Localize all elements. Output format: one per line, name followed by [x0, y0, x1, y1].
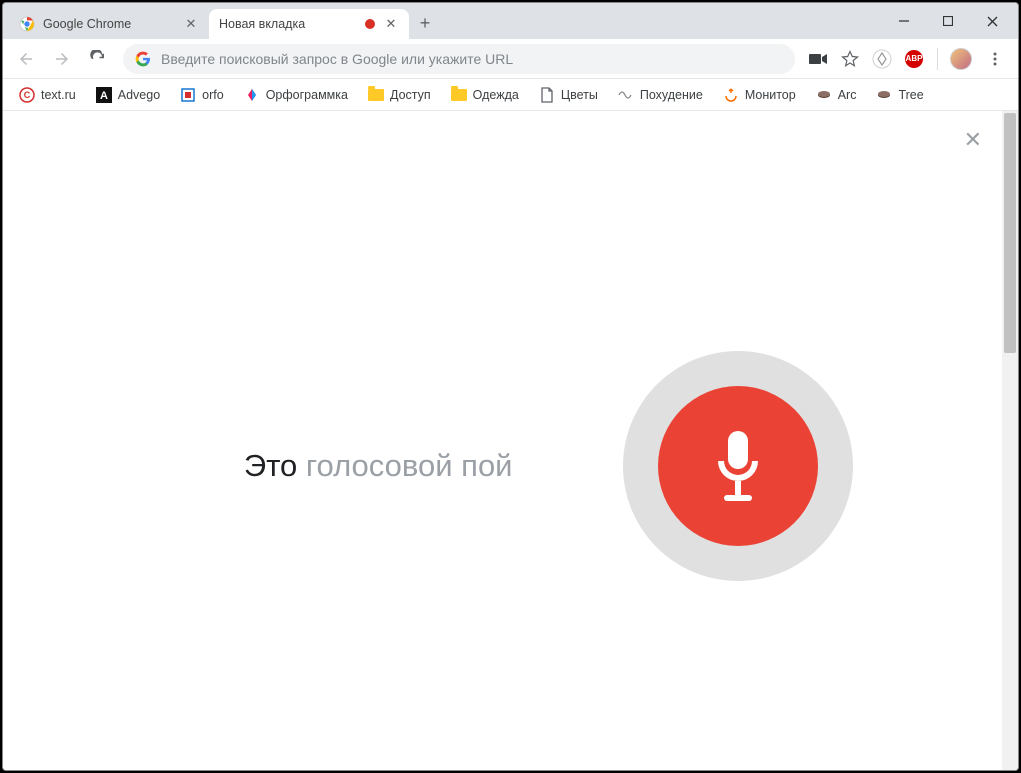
orfogrammka-icon — [244, 87, 260, 103]
pohudenie-icon — [618, 87, 634, 103]
bookmark-orfo[interactable]: orfo — [172, 83, 232, 107]
textru-icon: C — [19, 87, 35, 103]
bookmark-advego[interactable]: A Advego — [88, 83, 168, 107]
bookmark-label: orfo — [202, 88, 224, 102]
bookmark-arc[interactable]: Arc — [808, 83, 865, 107]
close-window-button[interactable] — [970, 6, 1014, 36]
chrome-icon — [19, 16, 35, 32]
advego-icon: A — [96, 87, 112, 103]
bookmark-tree[interactable]: Tree — [868, 83, 931, 107]
close-voice-button[interactable]: ✕ — [964, 127, 982, 153]
camera-icon[interactable] — [805, 46, 831, 72]
monitor-icon — [723, 87, 739, 103]
voice-text-hint: голосовой пой — [297, 448, 512, 483]
google-icon — [135, 51, 151, 67]
bookmark-orfogrammka[interactable]: Орфограммка — [236, 83, 356, 107]
bookmark-label: Tree — [898, 88, 923, 102]
page-content: ✕ Это голосовой пой — [3, 111, 1018, 770]
microphone-inner — [658, 386, 818, 546]
profile-avatar[interactable] — [948, 46, 974, 72]
page-icon — [539, 87, 555, 103]
tab-google-chrome[interactable]: Google Chrome ✕ — [9, 9, 209, 39]
address-bar[interactable]: Введите поисковый запрос в Google или ук… — [123, 44, 795, 74]
bookmark-label: Advego — [118, 88, 160, 102]
microphone-button[interactable] — [623, 351, 853, 581]
folder-icon — [451, 87, 467, 103]
bookmark-label: Arc — [838, 88, 857, 102]
browser-window: Google Chrome ✕ Новая вкладка ✕ + Введит… — [2, 2, 1019, 771]
tab-close-icon[interactable]: ✕ — [383, 16, 399, 32]
abp-extension-icon[interactable]: ABP — [901, 46, 927, 72]
microphone-icon — [708, 427, 768, 505]
minimize-button[interactable] — [882, 6, 926, 36]
bookmark-textru[interactable]: Ctext.ru — [11, 83, 84, 107]
scrollbar[interactable] — [1002, 111, 1018, 770]
bookmark-label: Доступ — [390, 88, 431, 102]
svg-text:A: A — [100, 90, 108, 102]
back-button[interactable] — [11, 44, 41, 74]
bookmark-label: Монитор — [745, 88, 796, 102]
title-bar: Google Chrome ✕ Новая вкладка ✕ + — [3, 3, 1018, 39]
bookmark-monitor[interactable]: Монитор — [715, 83, 804, 107]
new-tab-button[interactable]: + — [411, 9, 439, 37]
menu-button[interactable] — [980, 44, 1010, 74]
bookmark-label: Одежда — [473, 88, 519, 102]
svg-text:C: C — [24, 90, 31, 100]
bookmark-dostup[interactable]: Доступ — [360, 83, 439, 107]
bookmark-star-icon[interactable] — [837, 46, 863, 72]
tab-close-icon[interactable]: ✕ — [183, 16, 199, 32]
recording-icon — [365, 19, 375, 29]
bookmarks-bar: Ctext.ru A Advego orfo Орфограммка Доступ… — [3, 79, 1018, 111]
bookmark-tsvety[interactable]: Цветы — [531, 83, 606, 107]
voice-text-recognized: Это — [244, 448, 297, 483]
window-controls — [882, 3, 1018, 39]
bookmark-label: text.ru — [41, 88, 76, 102]
voice-search-panel: Это голосовой пой — [3, 351, 1002, 581]
tree-icon — [876, 87, 892, 103]
forward-button[interactable] — [47, 44, 77, 74]
yandex-extension-icon[interactable] — [869, 46, 895, 72]
separator — [937, 48, 938, 70]
scrollbar-thumb[interactable] — [1004, 113, 1016, 353]
orfo-icon — [180, 87, 196, 103]
tab-strip: Google Chrome ✕ Новая вкладка ✕ + — [3, 3, 882, 39]
maximize-button[interactable] — [926, 6, 970, 36]
bookmark-label: Орфограммка — [266, 88, 348, 102]
tab-new-tab[interactable]: Новая вкладка ✕ — [209, 9, 409, 39]
tab-title: Новая вкладка — [219, 17, 357, 31]
folder-icon — [368, 87, 384, 103]
bookmark-odezhda[interactable]: Одежда — [443, 83, 527, 107]
tab-title: Google Chrome — [43, 17, 175, 31]
bookmark-pohudenie[interactable]: Похудение — [610, 83, 711, 107]
arc-icon — [816, 87, 832, 103]
toolbar: Введите поисковый запрос в Google или ук… — [3, 39, 1018, 79]
voice-prompt-text: Это голосовой пой — [153, 448, 513, 484]
bookmark-label: Похудение — [640, 88, 703, 102]
omnibox-placeholder: Введите поисковый запрос в Google или ук… — [161, 51, 783, 67]
bookmark-label: Цветы — [561, 88, 598, 102]
reload-button[interactable] — [83, 44, 113, 74]
